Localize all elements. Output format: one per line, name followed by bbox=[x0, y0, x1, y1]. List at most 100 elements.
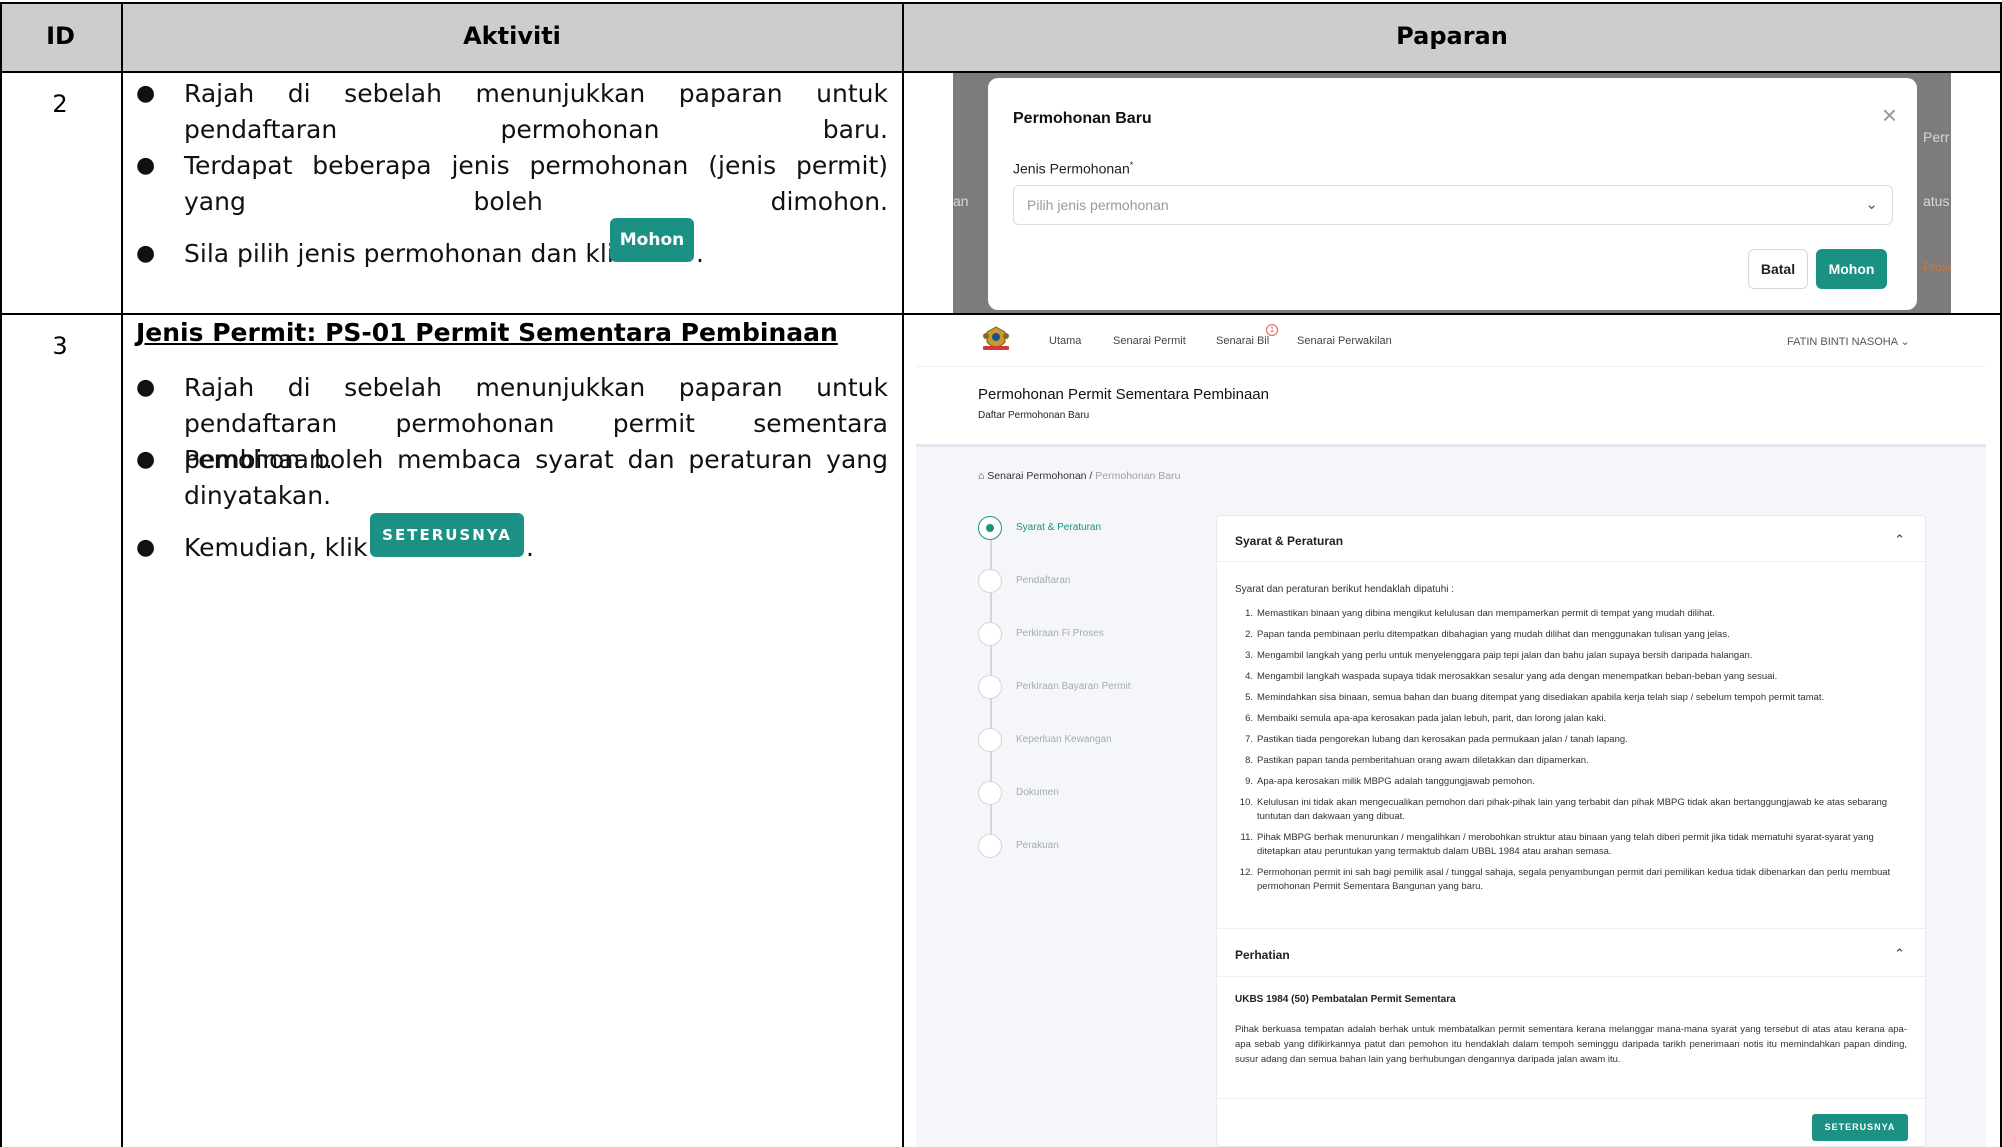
perhatian-text: Pihak berkuasa tempatan adalah berhak un… bbox=[1235, 1024, 1907, 1065]
step-indicator bbox=[978, 728, 1002, 752]
bullet-icon: ● bbox=[136, 153, 156, 178]
list-item: 9. Apa-apa kerosakan milik MBPG adalah ta… bbox=[1245, 776, 1535, 787]
nav-utama[interactable]: Utama bbox=[1049, 335, 1081, 347]
row3-id: 3 bbox=[52, 332, 68, 360]
nav-senarai-bil[interactable]: Senarai Bil bbox=[1216, 335, 1269, 347]
list-item: 6. Membaiki semula apa-apa kerosakan pada… bbox=[1245, 713, 1607, 724]
bullet-icon: ● bbox=[136, 241, 156, 266]
chevron-up-icon[interactable]: ⌃ bbox=[1894, 532, 1905, 548]
section-title-terms: Syarat & Peraturan bbox=[1235, 534, 1344, 548]
table-border-left bbox=[0, 2, 2, 1147]
step-indicator bbox=[978, 834, 1002, 858]
row2-id: 2 bbox=[52, 90, 68, 118]
table-col-divider-2 bbox=[902, 2, 904, 1147]
table-border-top bbox=[0, 2, 2002, 4]
chevron-up-icon[interactable]: ⌃ bbox=[1894, 946, 1905, 962]
list-item: 4. Mengambil langkah waspada supaya tidak… bbox=[1245, 671, 1778, 682]
bg-text: an bbox=[953, 193, 969, 209]
modal-title: Permohonan Baru bbox=[1013, 110, 1152, 127]
application-type-label: Jenis Permohonan* bbox=[1013, 160, 1134, 177]
submit-button[interactable]: Mohon bbox=[1816, 249, 1887, 289]
terms-card: Syarat & Peraturan ⌃ Syarat dan peratura… bbox=[1216, 515, 1926, 1147]
nav-senarai-perwakilan[interactable]: Senarai Perwakilan bbox=[1297, 335, 1392, 347]
breadcrumb: ⌂ Senarai Permohonan / Permohonan Baru bbox=[978, 470, 1181, 482]
close-icon[interactable]: × bbox=[1882, 100, 1897, 131]
bullet-text: Terdapat beberapa jenis permohonan (jeni… bbox=[184, 151, 888, 216]
period: . bbox=[696, 239, 704, 268]
terms-list: 1. Memastikan binaan yang dibina mengikut… bbox=[1235, 607, 1907, 901]
list-item: 3. Mengambil langkah yang perlu untuk men… bbox=[1245, 650, 1753, 661]
list-item: 10. Kelulusan ini tidak akan mengecualika… bbox=[1239, 797, 1888, 822]
list-item: 2. Papan tanda pembinaan perlu ditempatka… bbox=[1245, 629, 1730, 640]
chevron-down-icon: ⌄ bbox=[1900, 336, 1910, 348]
header-id: ID bbox=[46, 22, 75, 50]
list-item: 12. Permohonan permit ini sah bagi pemili… bbox=[1239, 867, 1891, 892]
step-dokumen[interactable]: Dokumen bbox=[978, 781, 1128, 807]
header-paparan: Paparan bbox=[1396, 22, 1508, 50]
mohon-button-sample: Mohon bbox=[610, 218, 694, 262]
bullet-text: Sila pilih jenis permohonan dan klik Moh… bbox=[184, 218, 888, 272]
bg-text: Perr bbox=[1923, 129, 1950, 145]
step-indicator bbox=[978, 622, 1002, 646]
bullet-icon: ● bbox=[136, 81, 156, 106]
bullet-icon: ● bbox=[136, 375, 156, 400]
step-indicator bbox=[978, 516, 1002, 540]
step-indicator bbox=[978, 569, 1002, 593]
seterusnya-button-sample: SETERUSNYA bbox=[370, 513, 524, 557]
bg-text: Prose bbox=[1923, 260, 1951, 274]
user-menu[interactable]: FATIN BINTI NASOHA ⌄ bbox=[1787, 335, 1910, 348]
table-col-divider-1 bbox=[121, 2, 123, 1147]
step-keperluan-kewangan[interactable]: Keperluan Kewangan bbox=[978, 728, 1128, 754]
list-item: ● Kemudian, klik SETERUSNYA . bbox=[136, 513, 888, 570]
page-header: Permohonan Permit Sementara Pembinaan Da… bbox=[916, 366, 1986, 444]
step-perakuan[interactable]: Perakuan bbox=[978, 834, 1128, 860]
permit-type-title: Jenis Permit: PS-01 Permit Sementara Pem… bbox=[136, 318, 838, 347]
list-item: 8. Pastikan papan tanda pemberitahuan ora… bbox=[1245, 755, 1589, 766]
divider bbox=[1217, 976, 1925, 977]
breadcrumb-current: Permohonan Baru bbox=[1095, 470, 1181, 482]
screenshot-new-application-modal: an Perr atus Prose Permohonan Baru × Jen… bbox=[953, 73, 1951, 313]
bg-text: atus bbox=[1923, 193, 1950, 209]
step-indicator bbox=[978, 675, 1002, 699]
bullet-text: Pemohon boleh membaca syarat dan peratur… bbox=[184, 445, 888, 510]
step-pendaftaran[interactable]: Pendaftaran bbox=[978, 569, 1128, 595]
header-aktiviti: Aktiviti bbox=[463, 22, 561, 50]
select-placeholder: Pilih jenis permohonan bbox=[1027, 197, 1169, 213]
list-item: 11. Pihak MBPG berhak menurunkan / mengal… bbox=[1240, 832, 1874, 857]
bullet-text: Kemudian, klik SETERUSNYA . bbox=[184, 513, 888, 566]
page-subtitle: Daftar Permohonan Baru bbox=[978, 410, 1090, 421]
top-navigation: Utama Senarai Permit Senarai Bil 1 Senar… bbox=[916, 316, 1986, 366]
nav-senarai-permit[interactable]: Senarai Permit bbox=[1113, 335, 1186, 347]
modal-dialog: Permohonan Baru × Jenis Permohonan* Pili… bbox=[988, 78, 1917, 310]
bullet-icon: ● bbox=[136, 535, 156, 560]
application-type-select[interactable]: Pilih jenis permohonan ⌄ bbox=[1013, 185, 1893, 225]
list-item: ● Sila pilih jenis permohonan dan klik M… bbox=[136, 218, 888, 272]
step-syarat-peraturan[interactable]: Syarat & Peraturan bbox=[978, 516, 1128, 542]
step-indicator bbox=[978, 781, 1002, 805]
step-perkiraan-fi-proses[interactable]: Perkiraan Fi Proses bbox=[978, 622, 1128, 648]
divider bbox=[1217, 928, 1925, 929]
list-item: 5. Memindahkan sisa binaan, semua bahan d… bbox=[1245, 692, 1825, 703]
terms-intro: Syarat dan peraturan berikut hendaklah d… bbox=[1235, 584, 1455, 595]
bullet-icon: ● bbox=[136, 447, 156, 472]
page-title: Permohonan Permit Sementara Pembinaan bbox=[978, 386, 1269, 403]
bullet-text: Rajah di sebelah menunjukkan paparan unt… bbox=[184, 79, 888, 144]
divider bbox=[1217, 561, 1925, 562]
list-item: 7. Pastikan tiada pengorekan lubang dan k… bbox=[1245, 734, 1628, 745]
table-row-divider bbox=[0, 313, 2002, 315]
crest-logo-icon bbox=[983, 326, 1009, 350]
list-item: 1. Memastikan binaan yang dibina mengikut… bbox=[1245, 608, 1715, 619]
next-button[interactable]: SETERUSNYA bbox=[1812, 1114, 1908, 1141]
notification-badge: 1 bbox=[1266, 324, 1278, 336]
divider bbox=[1217, 1098, 1925, 1099]
step-perkiraan-bayaran-permit[interactable]: Perkiraan Bayaran Permit bbox=[978, 675, 1131, 701]
breadcrumb-home[interactable]: Senarai Permohonan bbox=[987, 470, 1086, 482]
screenshot-permit-application-page: Utama Senarai Permit Senarai Bil 1 Senar… bbox=[916, 316, 1986, 1147]
ukbs-title: UKBS 1984 (50) Pembatalan Permit Sementa… bbox=[1235, 994, 1456, 1005]
home-icon: ⌂ bbox=[978, 470, 985, 482]
period: . bbox=[526, 533, 534, 562]
cancel-button[interactable]: Batal bbox=[1748, 249, 1808, 289]
section-title-perhatian: Perhatian bbox=[1235, 948, 1290, 962]
user-name: FATIN BINTI NASOHA bbox=[1787, 336, 1898, 348]
chevron-down-icon: ⌄ bbox=[1865, 196, 1878, 213]
